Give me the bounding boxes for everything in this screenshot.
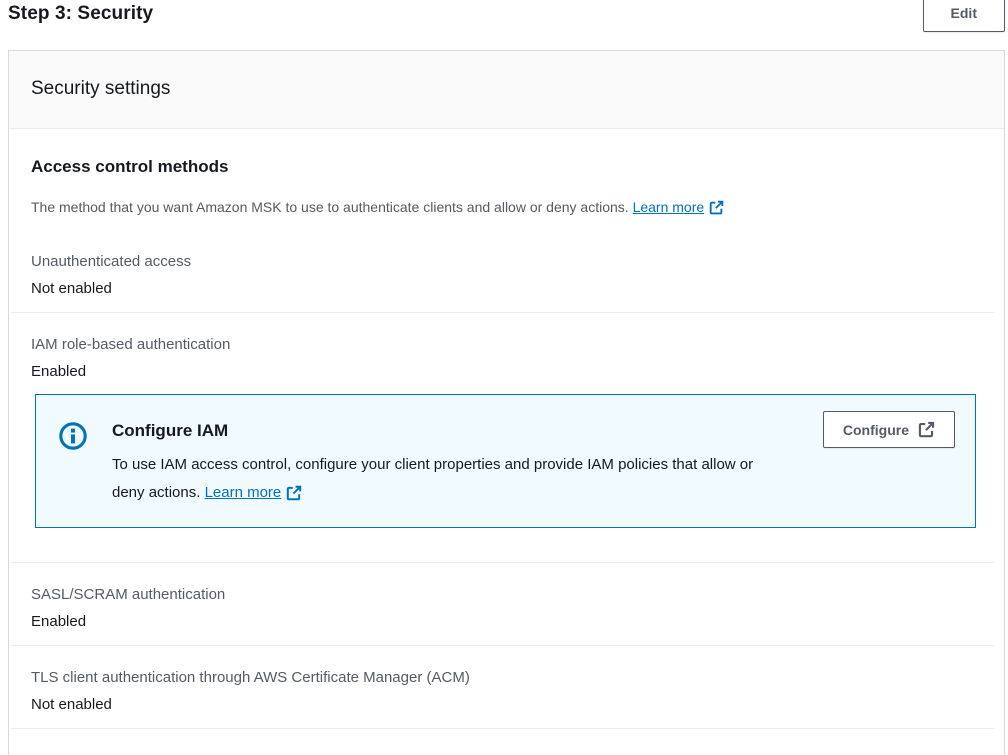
page: Step 3: Security Edit Security settings … — [0, 0, 1008, 755]
card-header: Security settings — [9, 51, 1004, 129]
field-value: Enabled — [31, 362, 980, 382]
learn-more-link-label: Learn more — [633, 197, 705, 217]
divider — [11, 645, 994, 646]
field-value: Not enabled — [31, 279, 980, 299]
external-link-icon — [918, 421, 935, 438]
info-box-title: Configure IAM — [112, 419, 784, 443]
field-iam-authentication: IAM role-based authentication Enabled — [31, 332, 980, 382]
divider — [11, 312, 994, 313]
page-title: Step 3: Security — [8, 0, 1005, 25]
learn-more-link[interactable]: Learn more — [633, 197, 725, 217]
info-learn-more-link-label: Learn more — [205, 479, 282, 507]
info-learn-more-link[interactable]: Learn more — [205, 479, 303, 507]
field-value: Not enabled — [31, 695, 980, 715]
card-body: Access control methods The method that y… — [9, 129, 1004, 755]
section-heading: Access control methods — [31, 155, 980, 179]
field-label: IAM role-based authentication — [31, 332, 471, 358]
edit-button[interactable]: Edit — [923, 0, 1005, 32]
security-settings-card: Security settings Access control methods… — [8, 50, 1005, 755]
page-header: Step 3: Security Edit — [8, 0, 1005, 40]
field-sasl-scram-authentication: SASL/SCRAM authentication Enabled — [31, 582, 980, 632]
info-icon — [58, 421, 88, 456]
field-unauthenticated-access: Unauthenticated access Not enabled — [31, 249, 980, 299]
card-title: Security settings — [31, 77, 980, 101]
divider — [11, 728, 994, 729]
info-box-content: Configure IAM To use IAM access control,… — [112, 419, 784, 507]
external-link-icon — [286, 485, 302, 501]
field-label: TLS client authentication through AWS Ce… — [31, 665, 471, 691]
section-description-text: The method that you want Amazon MSK to u… — [31, 199, 629, 215]
configure-button[interactable]: Configure — [823, 411, 955, 448]
section-description: The method that you want Amazon MSK to u… — [31, 197, 980, 217]
external-link-icon — [709, 200, 724, 215]
field-label: SASL/SCRAM authentication — [31, 582, 471, 608]
configure-iam-info-box: Configure IAM To use IAM access control,… — [35, 394, 976, 528]
field-value: Enabled — [31, 612, 980, 632]
info-box-description: To use IAM access control, configure you… — [112, 451, 784, 507]
configure-button-label: Configure — [843, 422, 909, 438]
field-tls-client-authentication: TLS client authentication through AWS Ce… — [31, 665, 980, 715]
divider — [11, 562, 994, 563]
field-label: Unauthenticated access — [31, 249, 471, 275]
